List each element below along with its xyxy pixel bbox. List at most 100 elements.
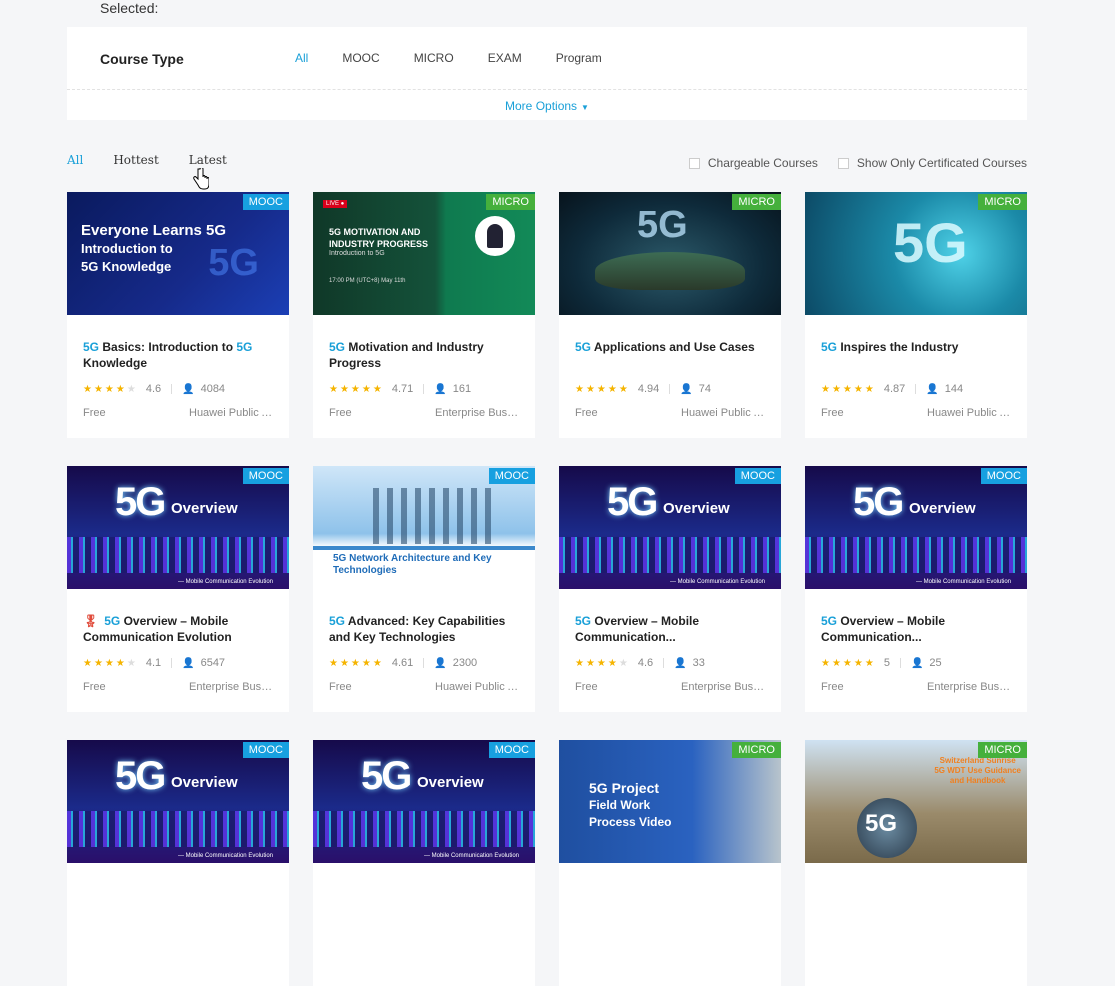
city-skyline-image xyxy=(805,537,1027,573)
course-card[interactable]: 5G Overview — Mobile Communication Evolu… xyxy=(313,740,535,986)
course-title[interactable]: 5G Applications and Use Cases xyxy=(575,339,765,371)
thumbnail-line: Technologies xyxy=(333,565,397,576)
thumbnail-overview-word: Overview xyxy=(171,500,238,517)
course-type-badge: MOOC xyxy=(488,742,535,758)
course-provider: Huawei Public A... xyxy=(435,681,519,693)
learner-count: 33 xyxy=(692,657,705,669)
course-title[interactable]: 5G Overview – Mobile Communication... xyxy=(575,613,765,645)
filter-options: All MOOC MICRO EXAM Program xyxy=(295,51,602,65)
course-provider: Enterprise Busin... xyxy=(189,681,273,693)
learner-count: 161 xyxy=(452,383,472,395)
thumbnail-line: 5G Network Architecture and Key xyxy=(333,553,492,564)
checkbox-box xyxy=(837,157,849,169)
course-type-badge: MOOC xyxy=(242,468,289,484)
thumbnail-5g-mark: 5G xyxy=(361,754,412,798)
course-card[interactable]: Everyone Learns 5G Introduction to 5G Kn… xyxy=(67,192,289,438)
rating-value: 5 xyxy=(883,657,890,669)
caret-down-icon: ▼ xyxy=(581,103,589,112)
divider xyxy=(899,658,901,668)
chargeable-courses-checkbox[interactable]: Chargeable Courses xyxy=(688,156,818,170)
filter-option-program[interactable]: Program xyxy=(556,51,602,65)
thumbnail-5g-mark: 5G xyxy=(115,754,166,798)
course-card[interactable]: 5G Overview — Mobile Communication Evolu… xyxy=(67,740,289,986)
course-card[interactable]: 5G Overview — Mobile Communication Evolu… xyxy=(805,466,1027,712)
course-type-badge: MOOC xyxy=(734,468,781,484)
course-provider: Huawei Public A... xyxy=(927,407,1011,419)
title-text: Motivation and Industry Progress xyxy=(329,340,484,370)
learner-count: 144 xyxy=(944,383,964,395)
course-thumbnail: 5G MICRO xyxy=(805,192,1027,315)
hand-cursor-icon xyxy=(193,168,209,190)
filter-option-all[interactable]: All xyxy=(295,51,308,65)
thumbnail-caption: — Mobile Communication Evolution xyxy=(423,853,519,859)
course-card[interactable]: 5G Overview — Mobile Communication Evolu… xyxy=(67,466,289,712)
course-type-badge: MOOC xyxy=(488,468,535,484)
title-text: Inspires the Industry xyxy=(837,340,959,354)
learner-count: 25 xyxy=(929,657,942,669)
sort-tab-all[interactable]: All xyxy=(67,153,83,167)
course-card[interactable]: LIVE ● 5G MOTIVATION AND INDUSTRY PROGRE… xyxy=(313,192,535,438)
checkbox-box xyxy=(688,157,700,169)
course-title[interactable]: 5G Basics: Introduction to 5G Knowledge xyxy=(83,339,273,371)
course-title[interactable]: 5G Motivation and Industry Progress xyxy=(329,339,519,371)
course-title[interactable]: 5G Overview – Mobile Communication... xyxy=(821,613,1011,645)
thumbnail-5g-mark: 5G xyxy=(115,480,166,524)
thumbnail-overview-word: Overview xyxy=(663,500,730,517)
rating-value: 4.61 xyxy=(391,657,414,669)
title-highlight: 5G xyxy=(821,340,838,354)
certificated-courses-checkbox[interactable]: Show Only Certificated Courses xyxy=(837,156,1027,170)
learner-count: 74 xyxy=(698,383,711,395)
thumbnail-text: 5G Project Field Work Process Video xyxy=(589,780,672,831)
thumbnail-line: 17:00 PM (UTC+8) May 11th xyxy=(329,278,406,284)
course-provider: Huawei Public A... xyxy=(189,407,273,419)
course-price: Free xyxy=(83,407,106,419)
thumbnail-caption: — Mobile Communication Evolution xyxy=(177,853,273,859)
city-skyline-image xyxy=(67,537,289,573)
course-type-badge: MOOC xyxy=(242,742,289,758)
people-silhouettes-image xyxy=(373,488,493,544)
rating-value: 4.6 xyxy=(145,383,162,395)
course-price: Free xyxy=(575,681,598,693)
star-rating-icon: ★★★★★ xyxy=(329,657,384,669)
more-options-label: More Options xyxy=(505,99,578,113)
title-text: Overview – Mobile Communication... xyxy=(821,614,946,644)
course-title[interactable]: 5G Inspires the Industry xyxy=(821,339,1011,371)
course-card[interactable]: 5G Network Architecture and Key Technolo… xyxy=(313,466,535,712)
filter-option-micro[interactable]: MICRO xyxy=(414,51,454,65)
thumbnail-line: Everyone Learns 5G xyxy=(81,222,227,239)
filter-option-exam[interactable]: EXAM xyxy=(488,51,522,65)
more-options-button[interactable]: More Options ▼ xyxy=(67,99,1027,113)
learner-count: 6547 xyxy=(200,657,226,669)
thumbnail-5g-mark: 5G xyxy=(637,204,688,246)
course-card[interactable]: 5G MICRO 5G Inspires the Industry ★★★★★ … xyxy=(805,192,1027,438)
course-provider: Huawei Public A... xyxy=(681,407,765,419)
course-thumbnail: 5G Overview — Mobile Communication Evolu… xyxy=(67,740,289,863)
course-price: Free xyxy=(575,407,598,419)
divider xyxy=(915,384,917,394)
course-type-badge: MICRO xyxy=(732,742,781,758)
course-provider: Enterprise Busin... xyxy=(681,681,765,693)
sort-tab-latest[interactable]: Latest xyxy=(189,153,227,167)
course-title[interactable]: 🎖 5G Overview – Mobile Communication Evol… xyxy=(83,613,273,645)
thumbnail-line: 5G Knowledge xyxy=(81,259,172,274)
star-rating-icon: ★★★★★ xyxy=(575,383,630,395)
course-card[interactable]: 5G Overview — Mobile Communication Evolu… xyxy=(559,466,781,712)
course-price: Free xyxy=(329,407,352,419)
course-card[interactable]: Switzerland Sunrise 5G WDT Use Guidance … xyxy=(805,740,1027,986)
sort-tab-hottest[interactable]: Hottest xyxy=(113,153,158,167)
thumbnail-line: Field Work xyxy=(589,798,651,812)
thumbnail-text: 5G MOTIVATION AND INDUSTRY PROGRESS xyxy=(329,226,428,250)
thumbnail-line: Introduction to 5G xyxy=(329,250,385,257)
course-price: Free xyxy=(83,681,106,693)
course-grid: Everyone Learns 5G Introduction to 5G Kn… xyxy=(67,192,1027,986)
course-card[interactable]: 5G Project Field Work Process Video MICR… xyxy=(559,740,781,986)
title-highlight: 5G xyxy=(83,340,100,354)
course-title[interactable]: 5G Advanced: Key Capabilities and Key Te… xyxy=(329,613,519,645)
rating-value: 4.6 xyxy=(637,657,654,669)
title-text: Knowledge xyxy=(83,356,148,370)
course-card[interactable]: 5G MICRO 5G Applications and Use Cases ★… xyxy=(559,192,781,438)
thumbnail-line: 5G WDT Use Guidance xyxy=(934,766,1021,775)
user-icon: 👤 xyxy=(434,657,447,669)
filter-option-mooc[interactable]: MOOC xyxy=(342,51,379,65)
course-type-badge: MOOC xyxy=(980,468,1027,484)
